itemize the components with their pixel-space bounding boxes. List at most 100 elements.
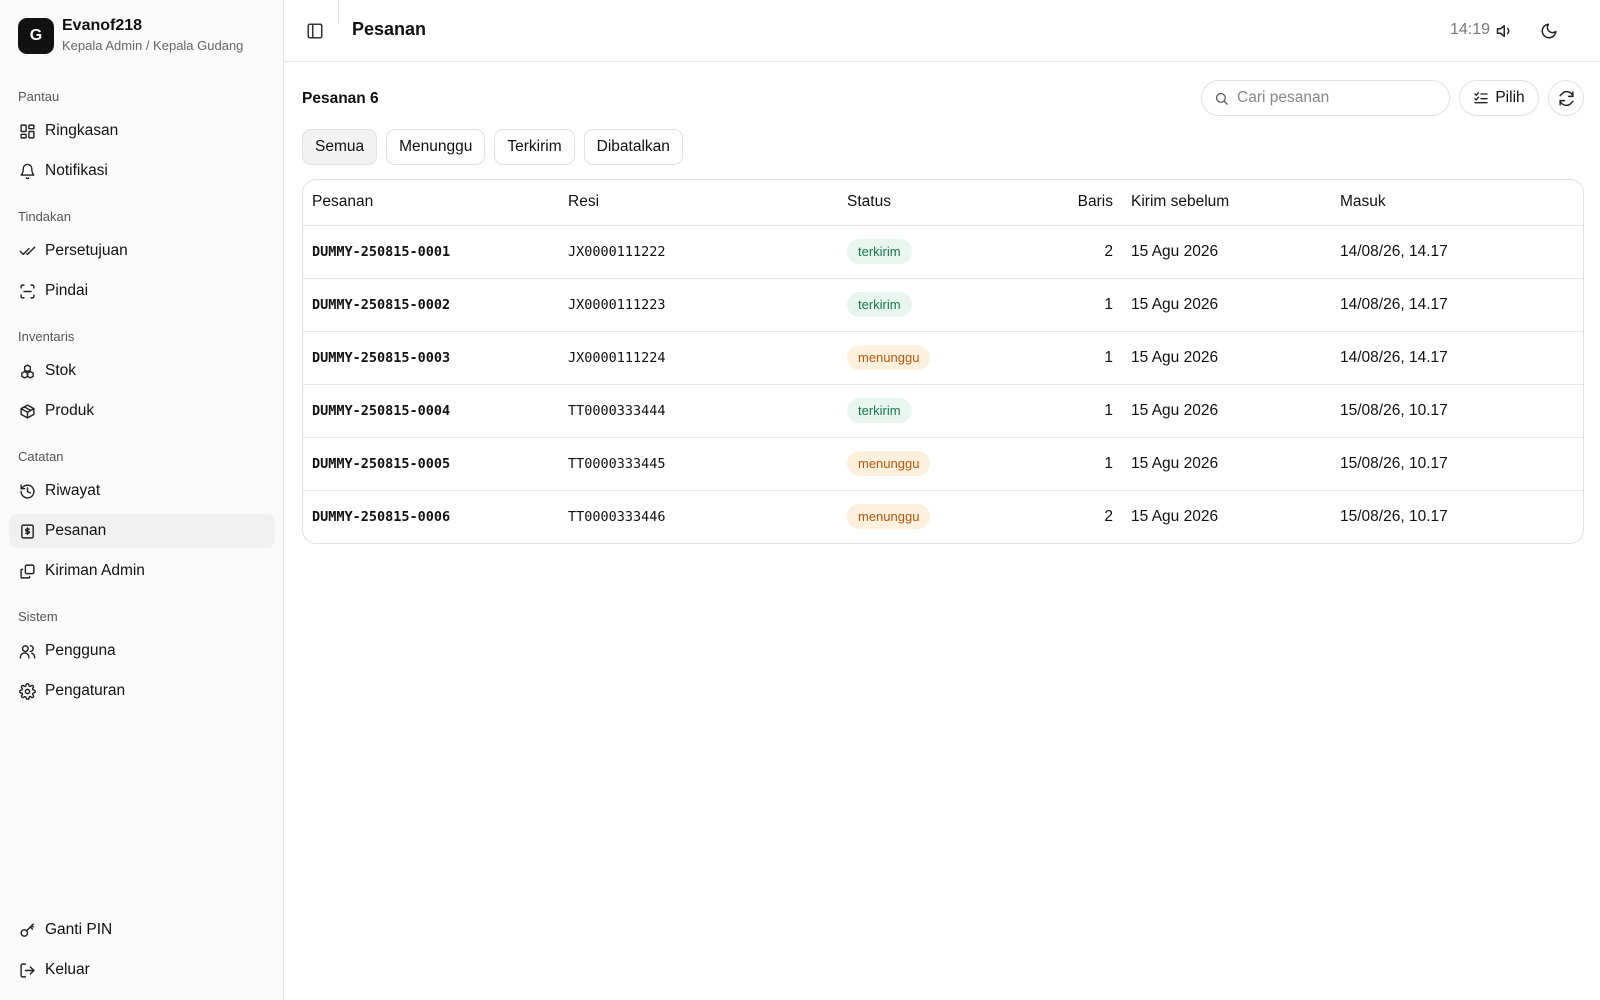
order-id: DUMMY-250815-0001: [303, 225, 559, 279]
user-name: Evanof218: [62, 17, 143, 34]
refresh-button[interactable]: [1548, 80, 1584, 116]
nav-group-label: Catatan: [18, 449, 64, 464]
sidebar-toggle-button[interactable]: [304, 20, 326, 42]
resi-number: JX0000111224: [559, 331, 838, 385]
row-count: 2: [1104, 507, 1113, 525]
theme-toggle-button[interactable]: [1538, 20, 1560, 42]
sidebar: G Evanof218 Kepala Admin / Kepala Gudang…: [0, 0, 284, 1000]
received-datetime: 15/08/26, 10.17: [1340, 507, 1448, 525]
user-role: Kepala Admin / Kepala Gudang: [62, 38, 244, 53]
sidebar-item-produk[interactable]: Produk: [9, 394, 275, 428]
col-rows[interactable]: Baris: [998, 180, 1122, 226]
scan-icon: [19, 283, 35, 299]
user-profile[interactable]: G Evanof218 Kepala Admin / Kepala Gudang: [18, 17, 243, 55]
search-input[interactable]: [1237, 89, 1437, 107]
ship-before-date: 15 Agu 2026: [1122, 331, 1331, 385]
received-datetime: 14/08/26, 14.17: [1331, 331, 1583, 385]
sidebar-item-riwayat[interactable]: Riwayat: [9, 474, 275, 508]
table-row[interactable]: DUMMY-250815-0004 TT0000333444 terkirim 1 15…: [303, 384, 1583, 438]
orders-count-title: Pesanan 6: [302, 90, 379, 107]
select-button[interactable]: Pilih: [1459, 80, 1539, 116]
col-received[interactable]: Masuk: [1331, 180, 1583, 226]
table-row[interactable]: DUMMY-250815-0005 TT0000333445 menunggu 1 15…: [303, 437, 1583, 491]
clock: 14:19: [1449, 21, 1490, 38]
nav-group-pantau: Pantau Ringkasan Notifikasi: [9, 86, 275, 188]
sidebar-item-pengaturan[interactable]: Pengaturan: [9, 674, 275, 708]
search-box[interactable]: [1201, 80, 1450, 116]
nav-group-label: Tindakan: [18, 209, 71, 224]
sidebar-item-pesanan[interactable]: Pesanan: [9, 514, 275, 548]
nav-group-label: Sistem: [18, 609, 58, 624]
nav-icon-wrap: [18, 921, 36, 939]
status-badge: terkirim: [847, 239, 912, 264]
nav-icon-wrap: [18, 562, 36, 580]
sidebar-item-kiriman-admin[interactable]: Kiriman Admin: [9, 554, 275, 588]
boxes-icon: [20, 363, 34, 379]
resi-number: JX0000111222: [559, 225, 838, 279]
col-status[interactable]: Status: [838, 180, 998, 226]
status-badge: menunggu: [847, 345, 931, 370]
table-row[interactable]: DUMMY-250815-0003 JX0000111224 menunggu 1 15…: [303, 331, 1583, 385]
status-cell: terkirim: [838, 384, 998, 438]
row-count: 2: [998, 225, 1122, 279]
table-row[interactable]: DUMMY-250815-0006 TT0000333446 menunggu 2 15…: [303, 490, 1583, 543]
col-order[interactable]: Pesanan: [303, 180, 559, 226]
users-icon: [19, 644, 35, 659]
sidebar-item-pengguna[interactable]: Pengguna: [9, 634, 275, 668]
copy-icon: [19, 563, 35, 579]
status-tabs: Semua Menunggu Terkirim Dibatalkan: [302, 129, 1584, 165]
tab-terkirim[interactable]: Terkirim: [494, 129, 575, 165]
resi-number: TT0000333446: [568, 508, 666, 525]
col-ship-before[interactable]: Kirim sebelum: [1122, 180, 1331, 226]
nav-icon-wrap: [18, 122, 36, 140]
order-id: DUMMY-250815-0004: [303, 384, 559, 438]
received-datetime: 14/08/26, 14.17: [1331, 225, 1583, 279]
received-datetime: 14/08/26, 14.17: [1331, 278, 1583, 332]
nav-icon-wrap: [18, 362, 36, 380]
search-icon: [1215, 92, 1228, 105]
status-cell: menunggu: [838, 437, 998, 491]
ship-before-date: 15 Agu 2026: [1122, 384, 1331, 438]
sidebar-bottom-nav: Ganti PIN Keluar: [9, 913, 275, 993]
sidebar-item-ganti-pin[interactable]: Ganti PIN: [9, 913, 275, 947]
sidebar-item-ringkasan[interactable]: Ringkasan: [9, 114, 275, 148]
sound-button[interactable]: [1494, 20, 1516, 42]
sidebar-item-notifikasi[interactable]: Notifikasi: [9, 154, 275, 188]
sidebar-item-label: Ringkasan: [45, 122, 119, 139]
tab-dibatalkan[interactable]: Dibatalkan: [583, 129, 683, 165]
orders-table: Pesanan Resi Status Baris Kirim sebelum …: [302, 179, 1584, 544]
sidebar-item-keluar[interactable]: Keluar: [9, 953, 275, 987]
status-cell: terkirim: [838, 278, 998, 332]
nav-icon-wrap: [18, 961, 36, 979]
sidebar-item-label: Riwayat: [45, 482, 101, 499]
nav-group-label: Inventaris: [18, 329, 75, 344]
sidebar-item-persetujuan[interactable]: Persetujuan: [9, 234, 275, 268]
sidebar-item-label: Kiriman Admin: [45, 562, 145, 579]
nav-icon-wrap: [18, 162, 36, 180]
nav-icon-wrap: [18, 642, 36, 660]
col-resi[interactable]: Resi: [559, 180, 838, 226]
list-check-icon: [1474, 92, 1489, 104]
nav-icon-wrap: [18, 522, 36, 540]
topbar: Pesanan 14:19: [284, 0, 1600, 62]
sidebar-item-label: Notifikasi: [45, 162, 108, 179]
nav-icon-wrap: [18, 682, 36, 700]
gear-icon: [18, 682, 36, 700]
status-cell: terkirim: [838, 225, 998, 279]
sidebar-item-pindai[interactable]: Pindai: [9, 274, 275, 308]
tab-semua[interactable]: Semua: [302, 129, 378, 165]
page-title: Pesanan: [352, 19, 427, 39]
tab-menunggu[interactable]: Menunggu: [386, 129, 486, 165]
sidebar-item-label: Pengguna: [45, 642, 116, 659]
table-row[interactable]: DUMMY-250815-0002 JX0000111223 terkirim 1 15…: [303, 278, 1583, 332]
sidebar-item-label: Keluar: [45, 961, 90, 978]
topbar-divider: [338, 0, 339, 24]
row-count: 1: [998, 331, 1122, 385]
table-row[interactable]: DUMMY-250815-0001 JX0000111222 terkirim 2 15…: [303, 225, 1583, 279]
sidebar-item-stok[interactable]: Stok: [9, 354, 275, 388]
history-icon: [19, 483, 35, 499]
order-id: DUMMY-250815-0002: [303, 278, 559, 332]
order-id: DUMMY-250815-0003: [303, 331, 559, 385]
avatar: G: [18, 18, 54, 54]
ship-before-date: 15 Agu 2026: [1131, 507, 1219, 525]
